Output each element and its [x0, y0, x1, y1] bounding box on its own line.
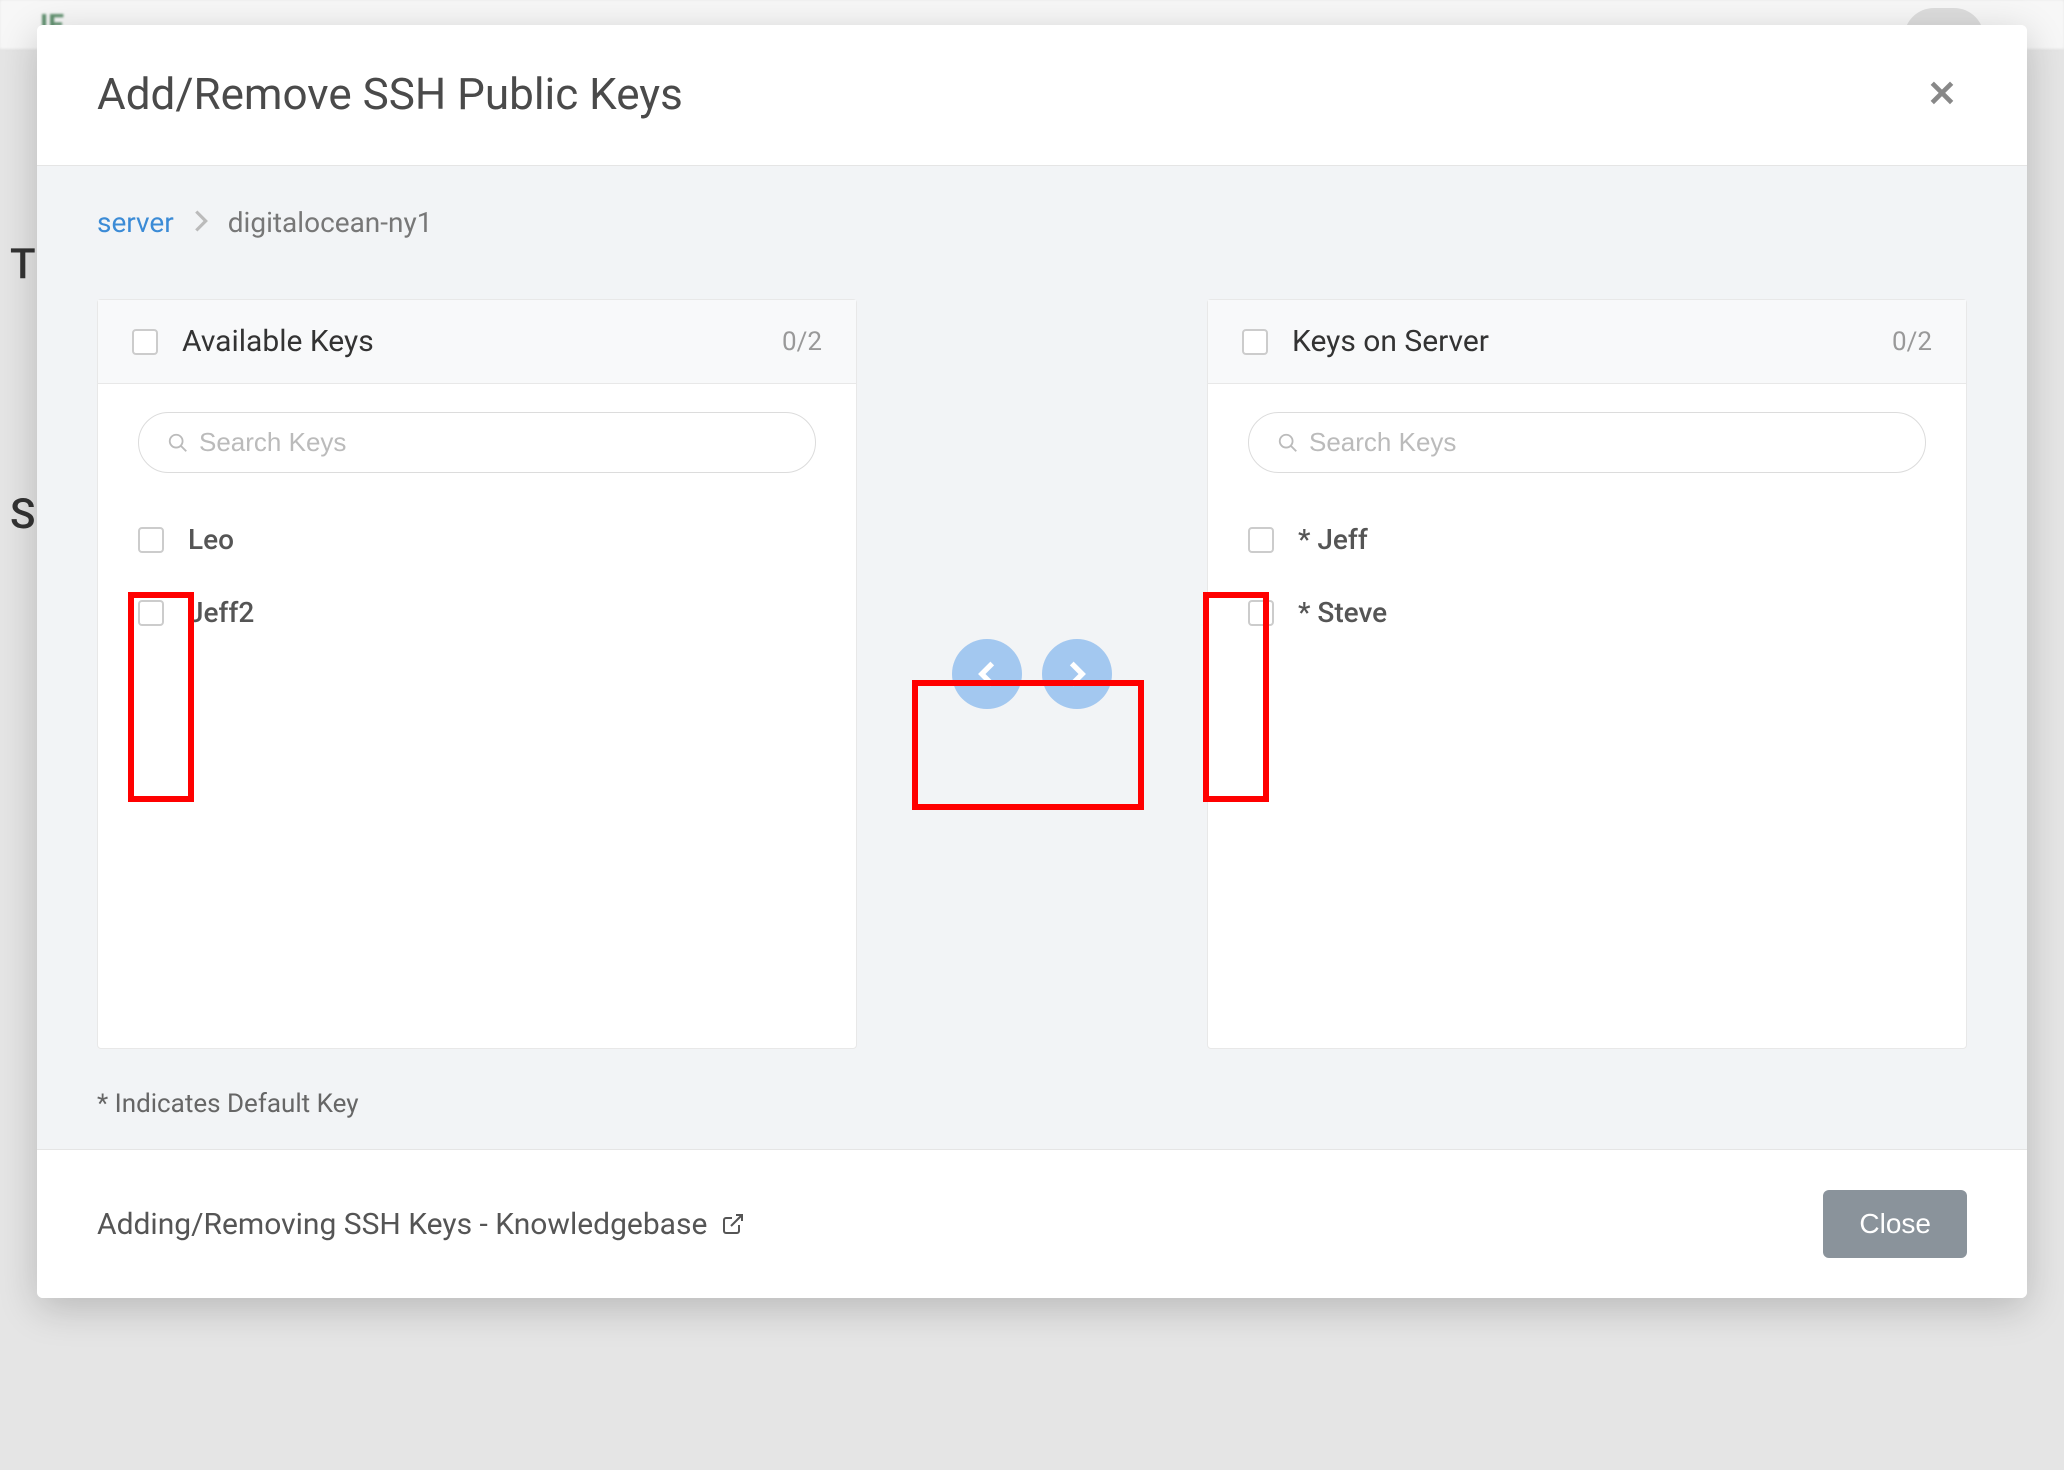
- key-list: Leo Jeff2: [138, 503, 816, 649]
- modal-header: Add/Remove SSH Public Keys ✕: [37, 25, 2027, 166]
- modal-footer: Adding/Removing SSH Keys - Knowledgebase…: [37, 1149, 2027, 1298]
- panel-count: 0/2: [782, 327, 822, 357]
- search-wrap: [138, 412, 816, 473]
- available-keys-panel: Available Keys 0/2: [97, 299, 857, 1049]
- key-checkbox[interactable]: [138, 600, 164, 626]
- breadcrumb: server digitalocean-ny1: [97, 206, 1967, 239]
- key-checkbox[interactable]: [138, 527, 164, 553]
- key-checkbox[interactable]: [1248, 600, 1274, 626]
- chevron-right-icon: [194, 206, 208, 239]
- kb-link-text: Adding/Removing SSH Keys - Knowledgebase: [97, 1207, 707, 1242]
- list-item[interactable]: Jeff2: [138, 576, 816, 649]
- panel-body: * Jeff * Steve: [1208, 384, 1966, 1048]
- default-key-footnote: * Indicates Default Key: [97, 1089, 1967, 1119]
- modal-body: server digitalocean-ny1 Available Keys: [37, 166, 2027, 1149]
- search-server-input[interactable]: [1309, 427, 1897, 458]
- search-available-input[interactable]: [199, 427, 787, 458]
- search-wrap: [1248, 412, 1926, 473]
- panel-title: Available Keys: [182, 324, 374, 359]
- knowledgebase-link[interactable]: Adding/Removing SSH Keys - Knowledgebase: [97, 1207, 745, 1242]
- transfer-container: Available Keys 0/2: [97, 299, 1967, 1049]
- key-label: * Steve: [1298, 596, 1387, 629]
- chevron-right-icon: [1068, 660, 1086, 688]
- key-label: Leo: [188, 523, 234, 556]
- list-item[interactable]: Leo: [138, 503, 816, 576]
- panel-body: Leo Jeff2: [98, 384, 856, 1048]
- close-button[interactable]: Close: [1823, 1190, 1967, 1258]
- panel-header: Available Keys 0/2: [98, 300, 856, 384]
- move-right-button[interactable]: [1042, 639, 1112, 709]
- select-all-available-checkbox[interactable]: [132, 329, 158, 355]
- list-item[interactable]: * Jeff: [1248, 503, 1926, 576]
- modal-overlay: Add/Remove SSH Public Keys ✕ server digi…: [0, 0, 2064, 1470]
- close-icon[interactable]: ✕: [1917, 63, 1967, 125]
- breadcrumb-current: digitalocean-ny1: [228, 206, 433, 239]
- list-item[interactable]: * Steve: [1248, 576, 1926, 649]
- ssh-keys-modal: Add/Remove SSH Public Keys ✕ server digi…: [37, 25, 2027, 1298]
- panel-count: 0/2: [1892, 327, 1932, 357]
- key-list: * Jeff * Steve: [1248, 503, 1926, 649]
- move-left-button[interactable]: [952, 639, 1022, 709]
- panel-header: Keys on Server 0/2: [1208, 300, 1966, 384]
- breadcrumb-root-link[interactable]: server: [97, 206, 174, 239]
- transfer-buttons: [897, 619, 1167, 729]
- search-icon: [167, 432, 189, 454]
- external-link-icon: [721, 1212, 745, 1236]
- search-icon: [1277, 432, 1299, 454]
- server-keys-panel: Keys on Server 0/2: [1207, 299, 1967, 1049]
- key-label: Jeff2: [188, 596, 254, 629]
- modal-title: Add/Remove SSH Public Keys: [97, 68, 683, 120]
- panel-title: Keys on Server: [1292, 324, 1489, 359]
- key-label: * Jeff: [1298, 523, 1368, 556]
- key-checkbox[interactable]: [1248, 527, 1274, 553]
- chevron-left-icon: [978, 660, 996, 688]
- select-all-server-checkbox[interactable]: [1242, 329, 1268, 355]
